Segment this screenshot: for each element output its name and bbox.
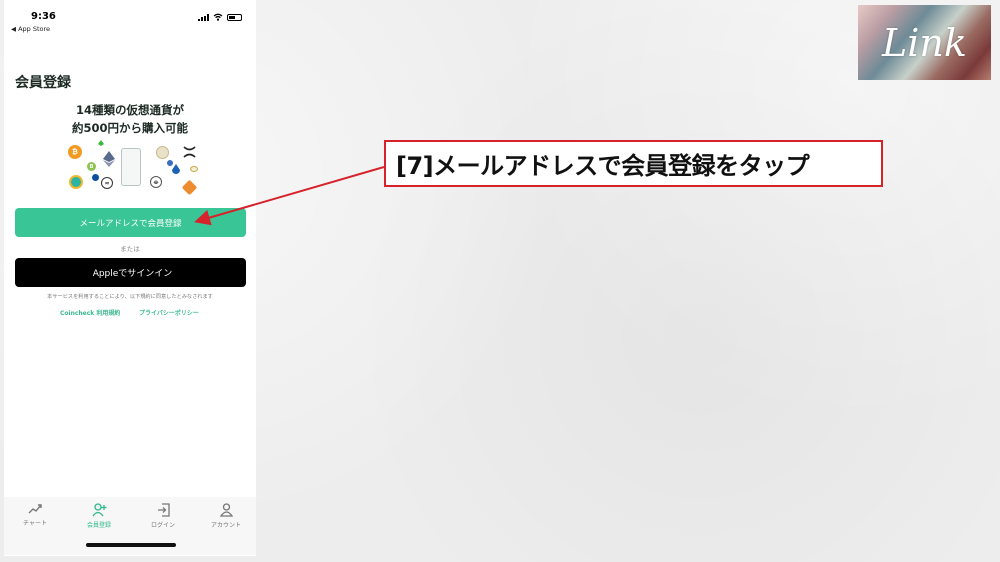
apple-signin-label: Appleでサインイン: [92, 269, 173, 279]
signal-icon: [198, 13, 209, 21]
status-bar: 9:36 ◀ App Store: [4, 0, 256, 34]
basic-attention-token-icon: [181, 179, 198, 196]
ethereum-icon: [103, 151, 115, 167]
tab-account-label: アカウント: [210, 522, 241, 529]
tab-login[interactable]: ログイン: [133, 503, 193, 529]
back-to-app-store-link[interactable]: ◀ App Store: [11, 25, 50, 33]
instruction-callout-text: [7]メールアドレスで会員登録をタップ: [396, 152, 810, 180]
instruction-callout: [7]メールアドレスで会員登録をタップ: [384, 140, 883, 187]
tab-account[interactable]: アカウント: [196, 503, 256, 529]
add-user-icon: [91, 503, 106, 517]
ethereum-classic-icon: [98, 140, 104, 146]
qtum-icon: [190, 166, 198, 172]
nem-icon: [69, 175, 83, 189]
wifi-icon: [213, 13, 223, 21]
link-logo: Link: [858, 5, 991, 80]
login-icon: [157, 503, 170, 517]
terms-agreement-text: 本サービスを利用することにより、以下規約に同意したとみなされます: [47, 294, 213, 300]
omisego-icon: ꝋ: [150, 176, 162, 188]
apple-signin-button[interactable]: Appleでサインイン: [15, 258, 246, 287]
promo-headline-line1: 14種類の仮想通貨が: [75, 103, 184, 117]
page-title: 会員登録: [15, 75, 71, 91]
terms-of-service-link[interactable]: Coincheck 利用規約: [60, 308, 120, 317]
chart-icon: [28, 504, 42, 514]
status-icons: [198, 13, 242, 21]
bitcoin-icon: ₿: [68, 145, 82, 159]
bitcoin-cash-icon: B: [87, 162, 96, 171]
privacy-policy-link[interactable]: プライバシーポリシー: [139, 308, 199, 317]
phone-screen: 9:36 ◀ App Store 会員登録 14種類の仮想通貨が 約500円から…: [4, 0, 256, 556]
tab-chart-label: チャート: [23, 520, 47, 527]
or-divider-text: または: [120, 245, 140, 253]
tab-chart[interactable]: チャート: [5, 503, 65, 527]
battery-icon: [227, 13, 242, 21]
tezos-icon: [156, 146, 169, 159]
promo-headline-line2: 約500円から購入可能: [71, 121, 188, 135]
link-logo-text: Link: [882, 20, 967, 65]
promo-headline: 14種類の仮想通貨が 約500円から購入可能: [4, 101, 256, 137]
tab-login-label: ログイン: [150, 522, 175, 529]
home-indicator[interactable]: [86, 543, 176, 547]
phone-illustration: [121, 148, 141, 186]
xrp-icon: [183, 146, 196, 158]
status-time: 9:36: [31, 11, 56, 22]
stellar-icon: ≈: [101, 177, 113, 189]
lisk-icon: [92, 174, 99, 181]
email-signup-button[interactable]: メールアドレスで会員登録: [15, 208, 246, 237]
tab-signup-label: 会員登録: [86, 522, 111, 529]
monacoin-icon: [172, 164, 180, 174]
account-icon: [219, 503, 233, 517]
tab-signup[interactable]: 会員登録: [69, 503, 129, 529]
